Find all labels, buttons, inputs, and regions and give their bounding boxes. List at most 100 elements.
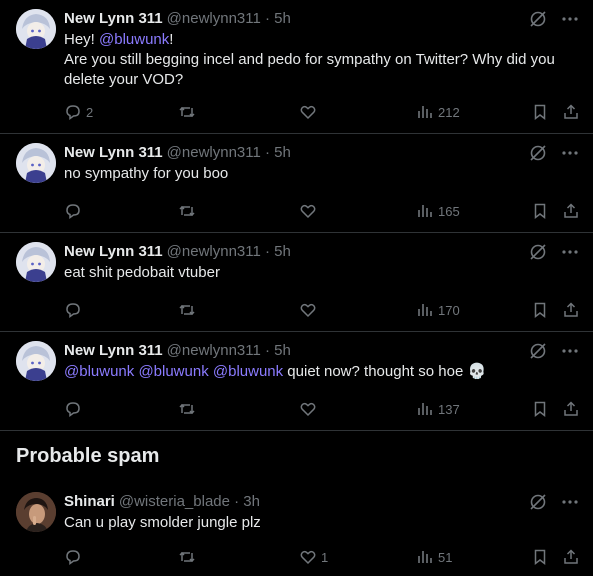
views-button[interactable]: 165 [416,201,460,221]
tweet[interactable]: New Lynn 311 @newlynn311 · 5h no sympathy… [0,134,593,233]
bookmark-button[interactable] [531,547,549,567]
handle-time[interactable]: @newlynn311 · 5h [167,243,291,260]
mention-link[interactable]: @bluwunk [213,363,283,380]
mention-link[interactable]: @bluwunk [99,31,169,48]
bookmark-button[interactable] [531,201,549,221]
share-icon [562,301,580,319]
avatar[interactable] [16,143,56,183]
retweet-icon [178,400,196,418]
tweet-text: Hey! @bluwunk! Are you still begging inc… [64,31,555,88]
like-icon [299,103,317,121]
grok-icon[interactable] [527,340,549,362]
handle-time[interactable]: @wisteria_blade · 3h [119,493,260,510]
tweet[interactable]: New Lynn 311 @newlynn311 · 5h @bluwunk @b… [0,332,593,431]
reply-count: 2 [86,104,94,120]
reply-button[interactable] [64,399,86,419]
retweet-button[interactable] [178,300,200,320]
bookmark-icon [531,202,549,220]
display-name[interactable]: New Lynn 311 [64,243,163,260]
share-button[interactable] [562,547,580,567]
views-icon [416,548,434,566]
retweet-button[interactable] [178,201,200,221]
share-button[interactable] [562,201,580,221]
reply-button[interactable] [64,547,86,567]
more-icon[interactable] [559,340,581,362]
grok-icon[interactable] [527,491,549,513]
like-button[interactable] [299,201,321,221]
reply-button[interactable] [64,201,86,221]
bookmark-button[interactable] [531,399,549,419]
views-button[interactable]: 137 [416,399,460,419]
avatar[interactable] [16,9,56,49]
retweet-icon [178,301,196,319]
handle-time[interactable]: @newlynn311 · 5h [167,342,291,359]
grok-icon[interactable] [527,142,549,164]
tweet-header: New Lynn 311 @newlynn311 · 5h [64,341,291,361]
share-icon [562,400,580,418]
like-icon [299,202,317,220]
display-name[interactable]: New Lynn 311 [64,144,163,161]
view-count: 165 [438,203,460,219]
display-name[interactable]: New Lynn 311 [64,10,163,27]
retweet-button[interactable] [178,102,200,122]
handle-time[interactable]: @newlynn311 · 5h [167,10,291,27]
mention-link[interactable]: @bluwunk [138,363,208,380]
reply-button[interactable]: 2 [64,102,93,122]
share-button[interactable] [562,399,580,419]
more-icon[interactable] [559,241,581,263]
grok-icon[interactable] [527,8,549,30]
tweet-header: New Lynn 311 @newlynn311 · 5h [64,242,291,262]
views-icon [416,103,434,121]
more-icon[interactable] [559,142,581,164]
bookmark-icon [531,301,549,319]
like-icon [299,301,317,319]
avatar[interactable] [16,492,56,532]
share-icon [562,202,580,220]
bookmark-button[interactable] [531,102,549,122]
like-icon [299,548,317,566]
skull-emoji: 💀 [467,363,487,380]
tweet-text: Can u play smolder jungle plz [64,514,261,531]
like-count: 1 [321,549,329,565]
more-icon[interactable] [559,491,581,513]
reply-icon [64,202,82,220]
views-button[interactable]: 212 [416,102,460,122]
view-count: 212 [438,104,460,120]
like-button[interactable]: 1 [299,547,328,567]
mention-link[interactable]: @bluwunk [64,363,134,380]
tweet-text: no sympathy for you boo [64,165,229,182]
reply-icon [64,103,82,121]
tweet[interactable]: New Lynn 311 @newlynn311 · 5h Hey! @bluwu… [0,0,593,134]
avatar[interactable] [16,242,56,282]
display-name[interactable]: Shinari [64,493,115,510]
share-icon [562,103,580,121]
like-button[interactable] [299,399,321,419]
grok-icon[interactable] [527,241,549,263]
views-icon [416,400,434,418]
tweet-header: New Lynn 311 @newlynn311 · 5h [64,143,291,163]
share-button[interactable] [562,300,580,320]
more-icon[interactable] [559,8,581,30]
section-title: Probable spam [16,445,160,467]
bookmark-button[interactable] [531,300,549,320]
view-count: 137 [438,401,460,417]
views-button[interactable]: 51 [416,547,452,567]
reply-button[interactable] [64,300,86,320]
reply-icon [64,400,82,418]
like-icon [299,400,317,418]
display-name[interactable]: New Lynn 311 [64,342,163,359]
views-button[interactable]: 170 [416,300,460,320]
retweet-button[interactable] [178,547,200,567]
retweet-icon [178,548,196,566]
bookmark-icon [531,400,549,418]
handle-time[interactable]: @newlynn311 · 5h [167,144,291,161]
tweet[interactable]: New Lynn 311 @newlynn311 · 5h eat shit pe… [0,233,593,332]
retweet-button[interactable] [178,399,200,419]
avatar[interactable] [16,341,56,381]
like-button[interactable] [299,300,321,320]
share-button[interactable] [562,102,580,122]
reply-icon [64,548,82,566]
tweet[interactable]: Shinari @wisteria_blade · 3h Can u play s… [0,483,593,576]
like-button[interactable] [299,102,321,122]
view-count: 51 [438,549,453,565]
